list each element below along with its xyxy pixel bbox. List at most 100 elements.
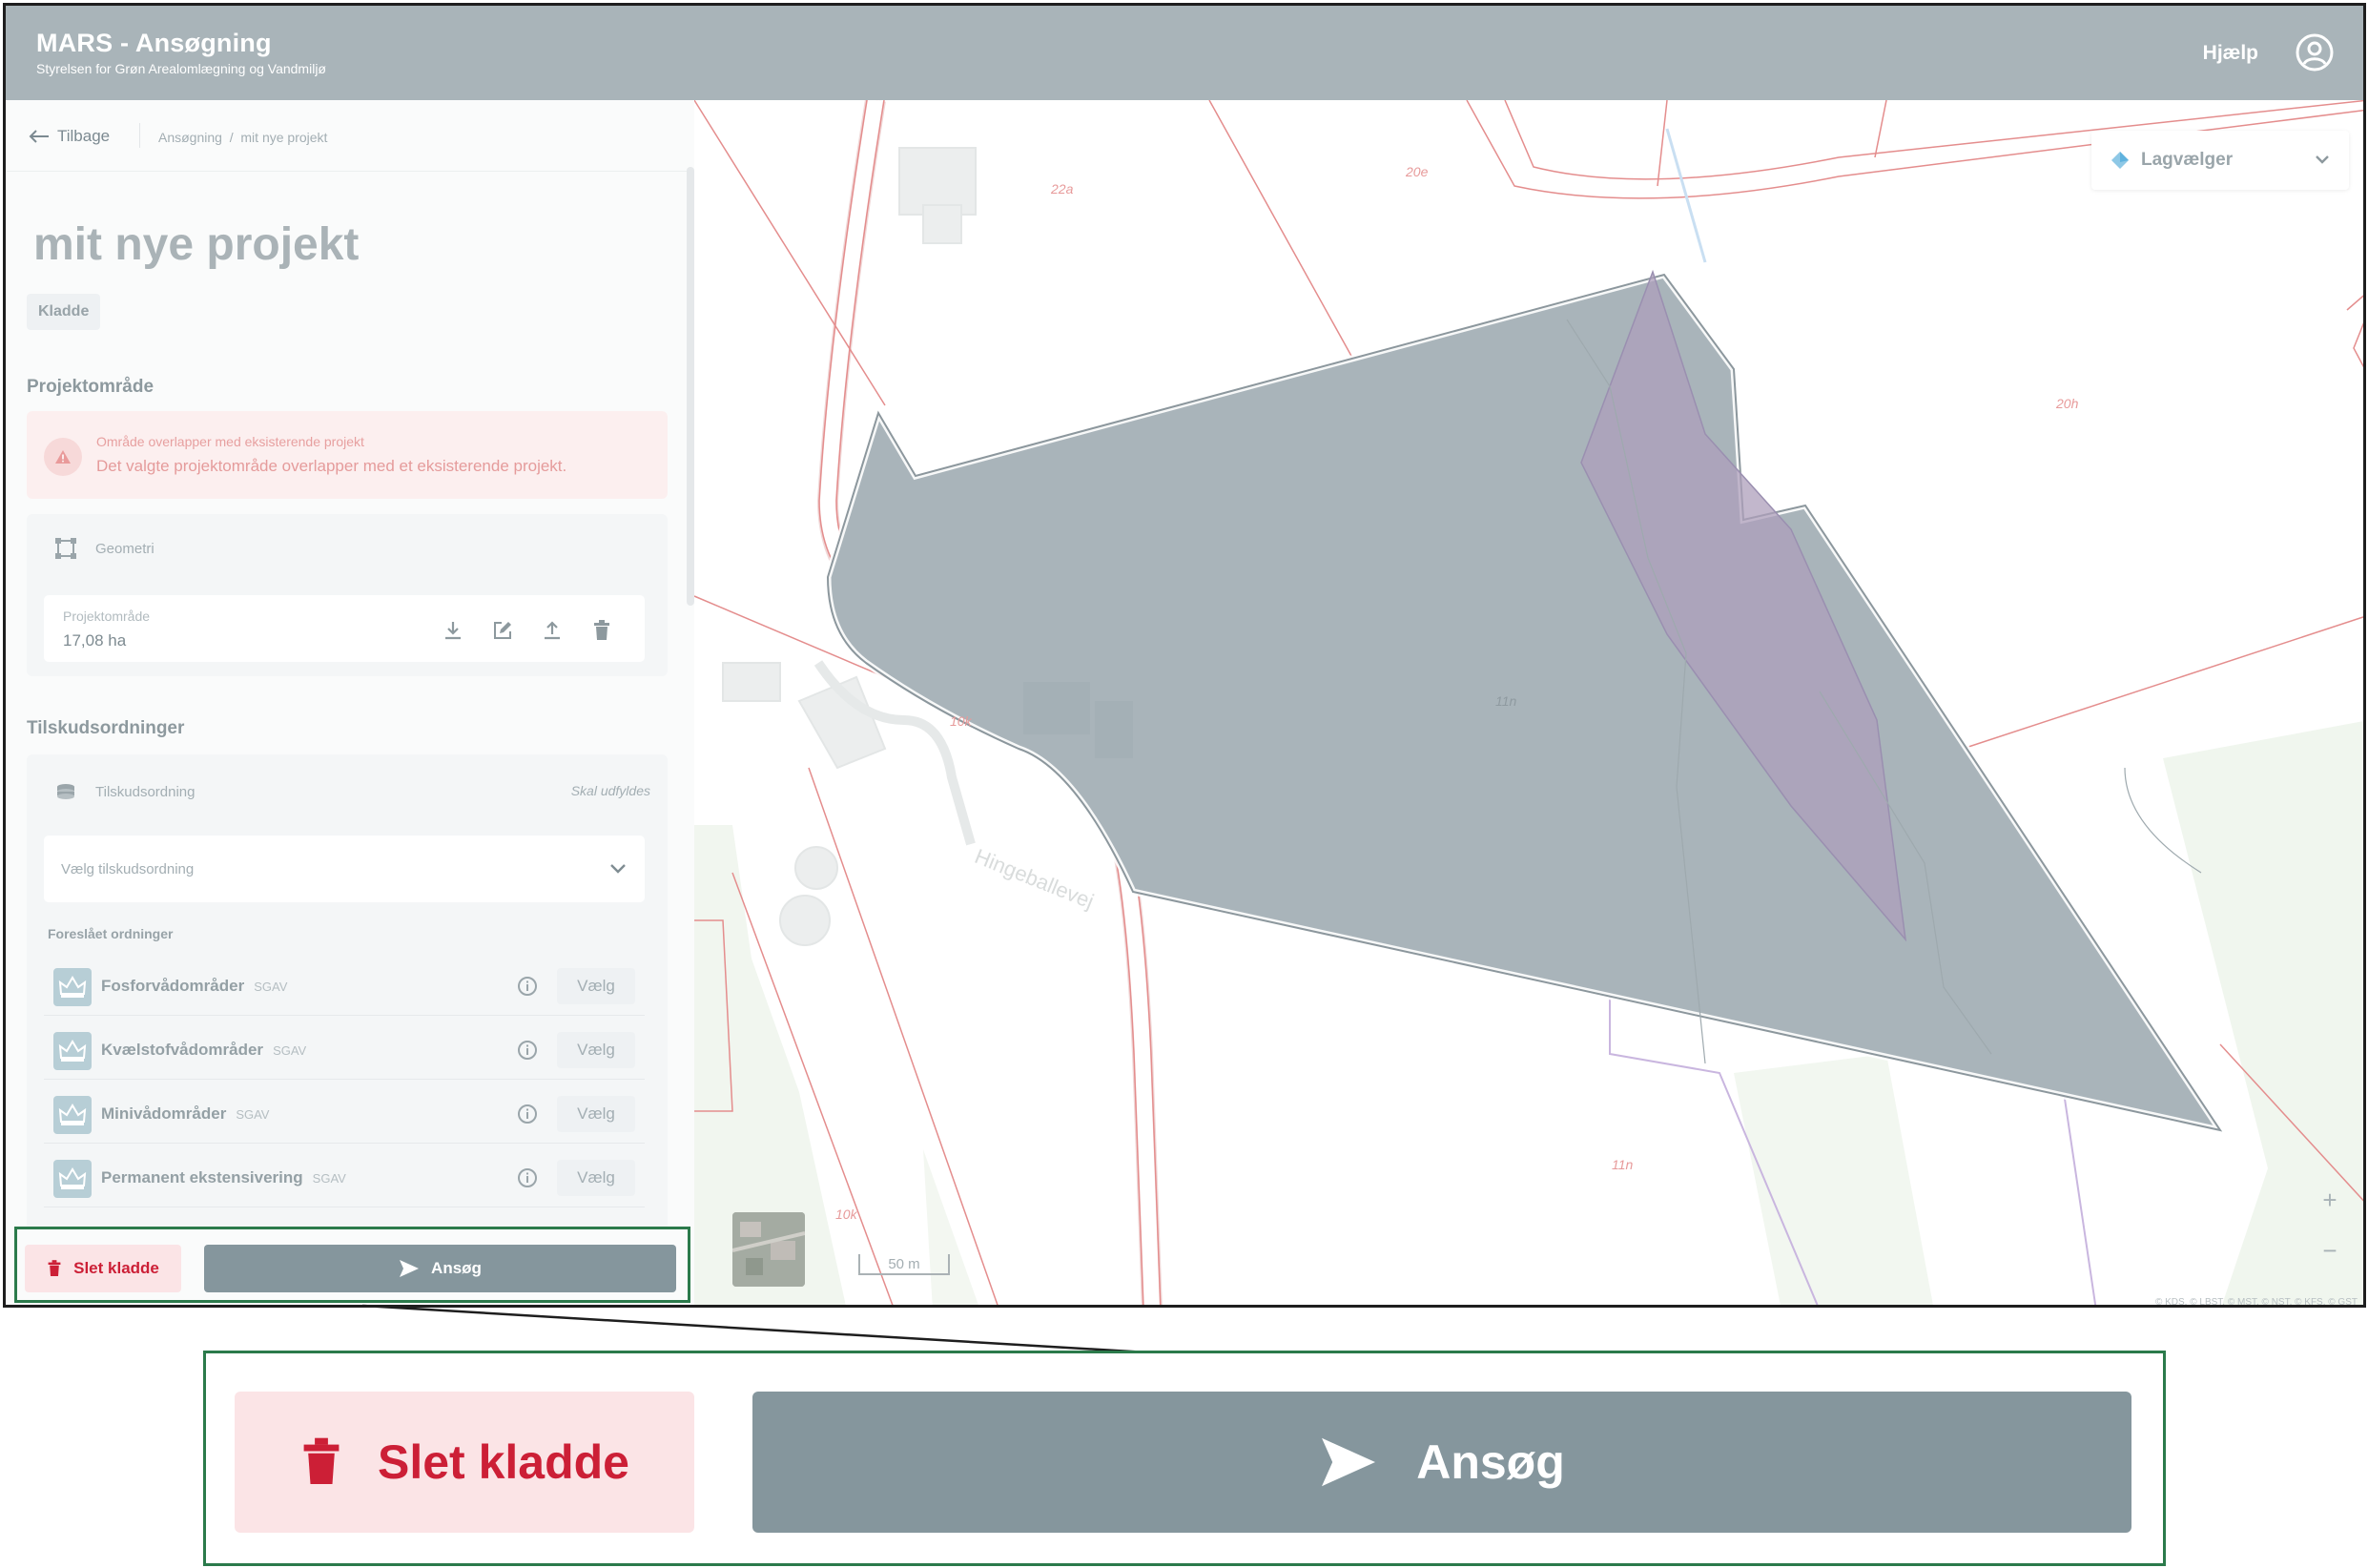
coins-icon: [57, 784, 74, 799]
info-icon[interactable]: [517, 1040, 538, 1065]
list-item: Minivådområder SGAV Vælg: [44, 1083, 645, 1144]
layer-picker-label: Lagvælger: [2141, 150, 2234, 170]
map-canvas: [694, 100, 2363, 1305]
alert-title: Område overlapper med eksisterende proje…: [96, 434, 364, 449]
send-icon: [400, 1260, 420, 1277]
delete-draft-button[interactable]: Slet kladde: [25, 1245, 181, 1292]
breadcrumb: Ansøgning / mit nye projekt: [158, 130, 327, 145]
overlap-alert: Område overlapper med eksisterende proje…: [27, 411, 668, 499]
map-view[interactable]: 22a 20e 20h 10k 11n 10k 11n Hingeballeve…: [694, 100, 2363, 1308]
area-value: 17,08 ha: [63, 631, 127, 650]
scheme-name: Fosforvådområder SGAV: [101, 977, 288, 995]
parcel-label: 10k: [835, 1207, 857, 1222]
zoomed-inset: Slet kladde Ansøg: [203, 1351, 2166, 1566]
delete-draft-button-zoomed[interactable]: Slet kladde: [235, 1392, 694, 1533]
scale-bar: 50 m: [858, 1254, 950, 1275]
app-header: MARS - Ansøgning Styrelsen for Grøn Area…: [6, 6, 2363, 100]
scheme-org: SGAV: [312, 1171, 346, 1186]
scheme-name: Permanent ekstensivering SGAV: [101, 1168, 346, 1186]
user-circle-icon[interactable]: [2295, 32, 2335, 72]
choose-button[interactable]: Vælg: [557, 1160, 635, 1196]
subsidy-select[interactable]: Vælg tilskudsordning: [44, 836, 645, 902]
polygon-icon: [55, 538, 76, 559]
choose-button[interactable]: Vælg: [557, 1096, 635, 1132]
trash-icon[interactable]: [586, 616, 618, 645]
help-link[interactable]: Hjælp: [2203, 42, 2258, 65]
scheme-org: SGAV: [273, 1043, 307, 1058]
download-icon[interactable]: [437, 616, 469, 645]
zoom-in-button[interactable]: +: [2311, 1181, 2349, 1219]
status-badge: Kladde: [27, 294, 101, 330]
apply-label-zoomed: Ansøg: [1416, 1435, 1565, 1489]
upload-icon[interactable]: [536, 616, 568, 645]
crown-icon: [53, 968, 92, 1006]
alert-message: Det valgte projektområde overlapper med …: [96, 457, 567, 475]
sidebar-panel: Tilbage Ansøgning / mit nye projekt mit …: [6, 100, 694, 1305]
crown-icon: [53, 1032, 92, 1070]
suggested-title: Foreslået ordninger: [48, 926, 174, 941]
page-title: mit nye projekt: [33, 219, 360, 270]
parcel-label: 20e: [1406, 164, 1429, 179]
info-icon[interactable]: [517, 1167, 538, 1193]
section-title-project-area: Projektområde: [27, 377, 154, 397]
divider: [139, 123, 140, 148]
trash-icon: [303, 1437, 340, 1484]
breadcrumb-item-application[interactable]: Ansøgning: [158, 130, 222, 145]
scheme-name: Kvælstofvådområder SGAV: [101, 1041, 307, 1059]
parcel-label: 11n: [1495, 693, 1517, 709]
info-icon[interactable]: [517, 976, 538, 1001]
scheme-org: SGAV: [254, 980, 288, 994]
back-label: Tilbage: [57, 127, 111, 145]
sidebar-scrollbar[interactable]: [687, 167, 694, 606]
geometry-card: Geometri Projektområde 17,08 ha: [27, 514, 668, 676]
chevron-down-icon: [610, 864, 626, 874]
scheme-org: SGAV: [236, 1107, 270, 1122]
apply-label: Ansøg: [431, 1259, 482, 1277]
apply-button-zoomed[interactable]: Ansøg: [752, 1392, 2131, 1533]
scheme-name: Minivådområder SGAV: [101, 1104, 270, 1123]
geometry-label: Geometri: [95, 540, 154, 557]
parcel-label: 20h: [2056, 396, 2079, 411]
send-icon: [1322, 1437, 1376, 1487]
back-button[interactable]: Tilbage: [29, 127, 110, 146]
breadcrumb-item-current: mit nye projekt: [240, 130, 328, 145]
list-item: Fosforvådområder SGAV Vælg: [44, 955, 645, 1016]
choose-button[interactable]: Vælg: [557, 968, 635, 1004]
layers-icon: [2111, 152, 2129, 169]
trash-icon: [48, 1260, 61, 1276]
basemap-switch-thumbnail[interactable]: [732, 1212, 805, 1287]
choose-button[interactable]: Vælg: [557, 1032, 635, 1068]
subsidy-select-placeholder: Vælg tilskudsordning: [61, 861, 195, 877]
breadcrumb-bar: Tilbage Ansøgning / mit nye projekt: [6, 100, 688, 172]
app-title: MARS - Ansøgning: [36, 29, 272, 57]
chevron-down-icon: [2316, 155, 2329, 164]
crown-icon: [53, 1160, 92, 1198]
parcel-label: 22a: [1051, 181, 1074, 196]
layer-picker[interactable]: Lagvælger: [2091, 131, 2349, 190]
list-item: Permanent ekstensivering SGAV Vælg: [44, 1146, 645, 1207]
apply-button[interactable]: Ansøg: [204, 1245, 676, 1292]
delete-draft-label: Slet kladde: [73, 1259, 159, 1277]
delete-draft-label-zoomed: Slet kladde: [378, 1435, 629, 1489]
arrow-left-icon: [29, 130, 49, 143]
area-label: Projektområde: [63, 609, 151, 624]
breadcrumb-separator: /: [229, 130, 234, 145]
list-item: Kvælstofvådområder SGAV Vælg: [44, 1019, 645, 1080]
geometry-header: Geometri: [55, 538, 154, 559]
subsidy-label: Tilskudsordning: [95, 783, 196, 800]
subsidy-status: Skal udfyldes: [570, 783, 650, 798]
app-subtitle: Styrelsen for Grøn Arealomlægning og Van…: [36, 61, 326, 76]
project-area-field: Projektområde 17,08 ha: [44, 595, 645, 662]
map-attribution: © KDS, © LBST, © MST, © NST, © KFS, © GS…: [2154, 1297, 2358, 1308]
zoom-out-button[interactable]: −: [2311, 1231, 2349, 1269]
geometry-tools: [437, 616, 618, 645]
subsidy-card: Tilskudsordning Skal udfyldes Vælg tilsk…: [27, 754, 668, 1305]
parcel-label: 11n: [1612, 1157, 1634, 1172]
parcel-label: 10k: [950, 713, 972, 729]
app-window: MARS - Ansøgning Styrelsen for Grøn Area…: [3, 3, 2366, 1308]
warning-icon: [44, 438, 82, 476]
section-title-subsidies: Tilskudsordninger: [27, 718, 185, 738]
info-icon[interactable]: [517, 1104, 538, 1129]
crown-icon: [53, 1096, 92, 1134]
edit-icon[interactable]: [486, 616, 519, 645]
